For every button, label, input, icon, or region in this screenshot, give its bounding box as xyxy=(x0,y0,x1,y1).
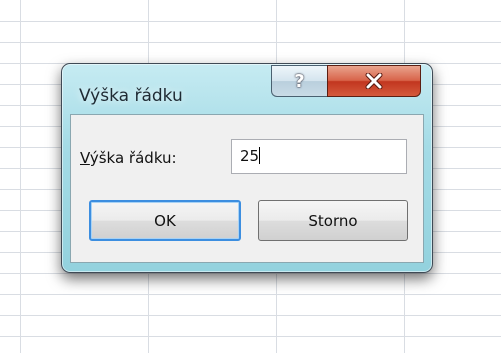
grid-row-line xyxy=(0,42,501,43)
close-button[interactable] xyxy=(327,65,421,97)
help-button[interactable]: ? xyxy=(271,65,327,97)
text-caret xyxy=(259,147,261,164)
row-height-label: Výška řádku: xyxy=(80,149,177,167)
question-mark-icon: ? xyxy=(294,70,305,92)
row-height-dialog: Výška řádku ? Výška řádku: 25 OK Storno xyxy=(61,63,433,273)
row-height-value: 25 xyxy=(240,147,260,165)
grid-row-line xyxy=(0,294,501,295)
grid-row-line xyxy=(0,21,501,22)
grid-column-line xyxy=(20,0,21,353)
row-height-input[interactable]: 25 xyxy=(231,139,407,174)
grid-row-line xyxy=(0,336,501,337)
caption-buttons: ? xyxy=(271,65,421,99)
close-x-icon xyxy=(365,73,383,89)
label-text: ýška řádku: xyxy=(89,149,177,167)
label-accelerator: V xyxy=(80,149,90,167)
grid-row-line xyxy=(0,315,501,316)
cancel-button[interactable]: Storno xyxy=(258,200,408,241)
grid-row-line xyxy=(0,273,501,274)
ok-button[interactable]: OK xyxy=(89,200,241,241)
dialog-title: Výška řádku xyxy=(79,86,183,106)
